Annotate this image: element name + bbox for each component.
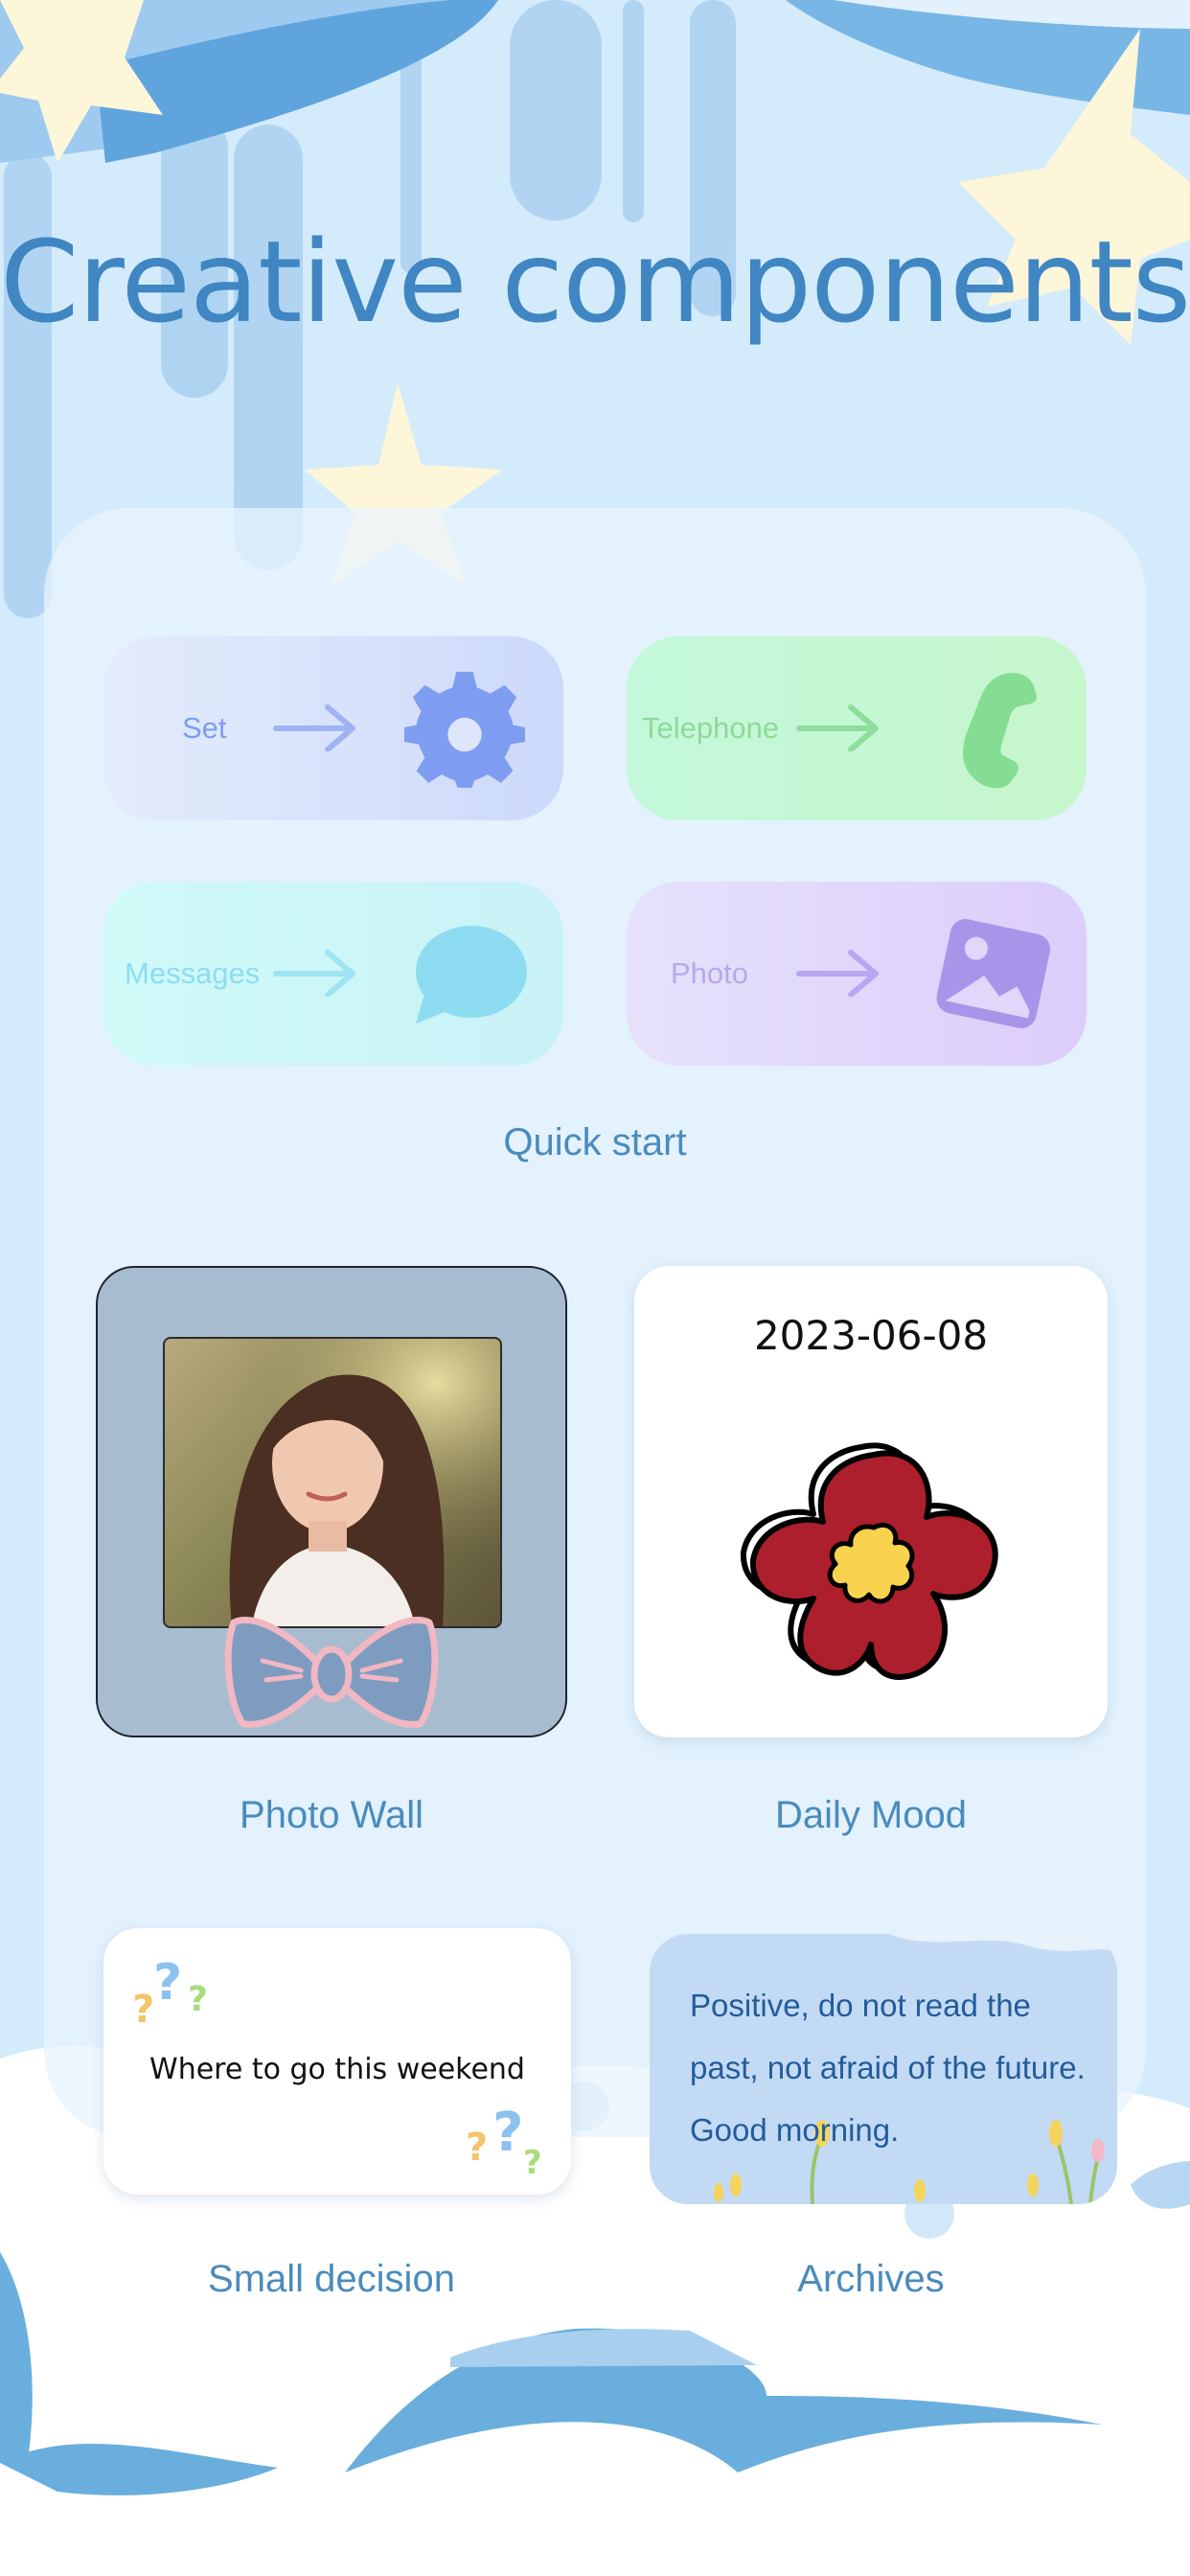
portrait-photo <box>163 1337 502 1628</box>
page-title: Creative components <box>0 216 1190 348</box>
quick-start-messages-button[interactable]: Messages <box>103 882 563 1066</box>
archives-widget[interactable]: Positive, do not read the past, not afra… <box>650 1934 1117 2204</box>
daily-mood-widget[interactable]: 2023-06-08 <box>634 1266 1108 1737</box>
archives-quote: Positive, do not read the past, not afra… <box>690 1988 1086 2148</box>
svg-text:?: ? <box>492 2102 523 2164</box>
svg-text:?: ? <box>153 1954 182 2012</box>
decision-question: Where to go this weekend <box>149 2053 525 2086</box>
arrow-right-icon <box>796 950 879 997</box>
flower-icon <box>740 1442 998 1680</box>
quick-start-telephone-button[interactable]: Telephone <box>627 636 1087 820</box>
arrow-right-icon <box>273 704 355 751</box>
bow-icon <box>224 1616 439 1728</box>
svg-text:?: ? <box>466 2126 488 2170</box>
photo-icon <box>936 919 1051 1028</box>
quick-start-photo-button[interactable]: Photo <box>627 882 1087 1066</box>
photo-wall-widget[interactable] <box>96 1266 567 1737</box>
quick-start-caption: Quick start <box>503 1121 687 1163</box>
arrow-right-icon <box>273 950 355 997</box>
svg-text:?: ? <box>188 1980 208 2019</box>
quick-start-set-button[interactable]: Set <box>103 636 563 820</box>
photo-label: Photo <box>671 956 749 990</box>
daily-mood-caption: Daily Mood <box>774 1794 968 1836</box>
phone-icon <box>963 673 1037 789</box>
question-marks-icon: ? ? ? <box>132 1954 208 2030</box>
messages-label: Messages <box>125 956 261 990</box>
mood-date: 2023-06-08 <box>753 1312 989 1359</box>
photo-wall-caption: Photo Wall <box>240 1794 423 1836</box>
small-decision-widget[interactable]: ? ? ? Where to go this weekend ? ? ? <box>103 1928 571 2195</box>
gear-icon <box>404 672 525 788</box>
set-label: Set <box>182 711 227 745</box>
arrow-right-icon <box>796 704 879 751</box>
telephone-label: Telephone <box>642 711 780 745</box>
svg-text:?: ? <box>523 2144 542 2179</box>
message-bubble-icon <box>416 926 527 1024</box>
small-decision-caption: Small decision <box>208 2258 455 2300</box>
question-marks-icon: ? ? ? <box>466 2102 542 2179</box>
svg-text:?: ? <box>132 1988 154 2030</box>
archives-caption: Archives <box>797 2258 945 2300</box>
